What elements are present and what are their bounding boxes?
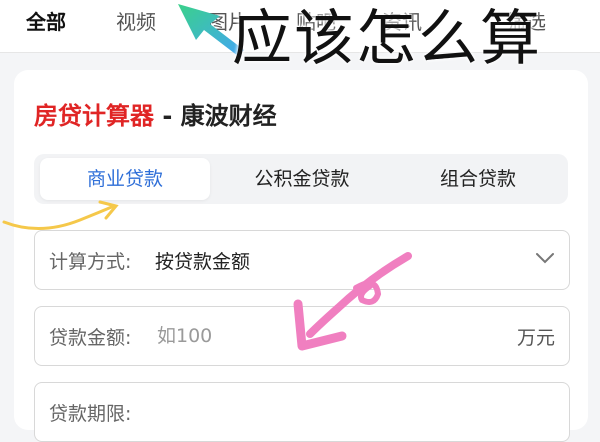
tab-provident-fund-loan[interactable]: 公积金贷款 — [216, 158, 388, 200]
term-label: 贷款期限: — [49, 403, 132, 425]
loan-type-tabs: 商业贷款 公积金贷款 组合贷款 — [34, 154, 568, 204]
mortgage-calculator-card: 房贷计算器 - 康波财经 商业贷款 公积金贷款 组合贷款 计算方式: 按贷款金额… — [14, 70, 588, 442]
loan-amount-field[interactable]: 贷款金额: 万元 — [34, 306, 570, 366]
calculator-source: - 康波财经 — [154, 102, 277, 130]
calculation-method-select[interactable]: 计算方式: 按贷款金额 — [34, 230, 570, 290]
tab-commercial-loan[interactable]: 商业贷款 — [40, 158, 210, 200]
amount-unit: 万元 — [516, 327, 555, 349]
loan-amount-input[interactable] — [155, 319, 479, 353]
card-title: 房贷计算器 - 康波财经 — [34, 96, 277, 131]
method-label: 计算方式: — [49, 251, 132, 273]
method-value: 按贷款金额 — [155, 251, 251, 273]
amount-label: 贷款金额: — [49, 327, 132, 349]
tab-video[interactable]: 视频 — [116, 6, 156, 35]
chevron-down-icon — [536, 253, 554, 264]
calculator-name: 房贷计算器 — [34, 102, 154, 130]
tab-all[interactable]: 全部 — [26, 6, 66, 35]
loan-term-field[interactable]: 贷款期限: — [34, 382, 570, 442]
overlay-title: 应该怎么算 — [232, 4, 542, 74]
tab-combined-loan[interactable]: 组合贷款 — [394, 158, 562, 200]
